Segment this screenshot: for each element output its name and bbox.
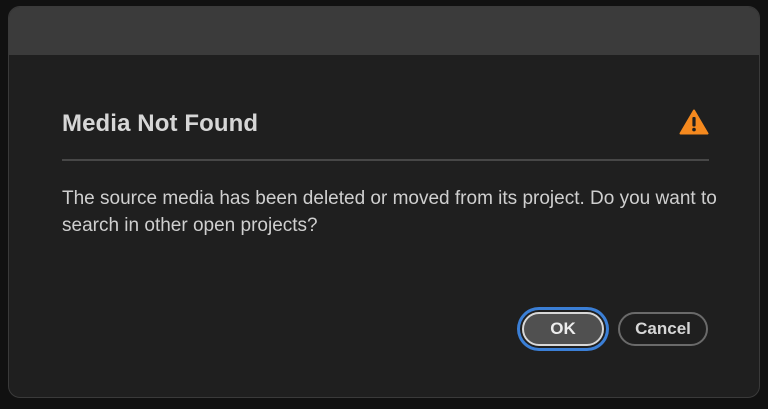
dialog-title: Media Not Found	[62, 110, 259, 137]
dialog-titlebar[interactable]	[9, 7, 759, 55]
cancel-button[interactable]: Cancel	[618, 312, 708, 346]
warning-icon	[679, 109, 709, 135]
dialog-message: The source media has been deleted or mov…	[62, 188, 717, 236]
media-not-found-dialog: Media Not Found The source media has bee…	[8, 6, 760, 398]
ok-button[interactable]: OK	[522, 312, 604, 346]
title-divider	[62, 159, 709, 161]
